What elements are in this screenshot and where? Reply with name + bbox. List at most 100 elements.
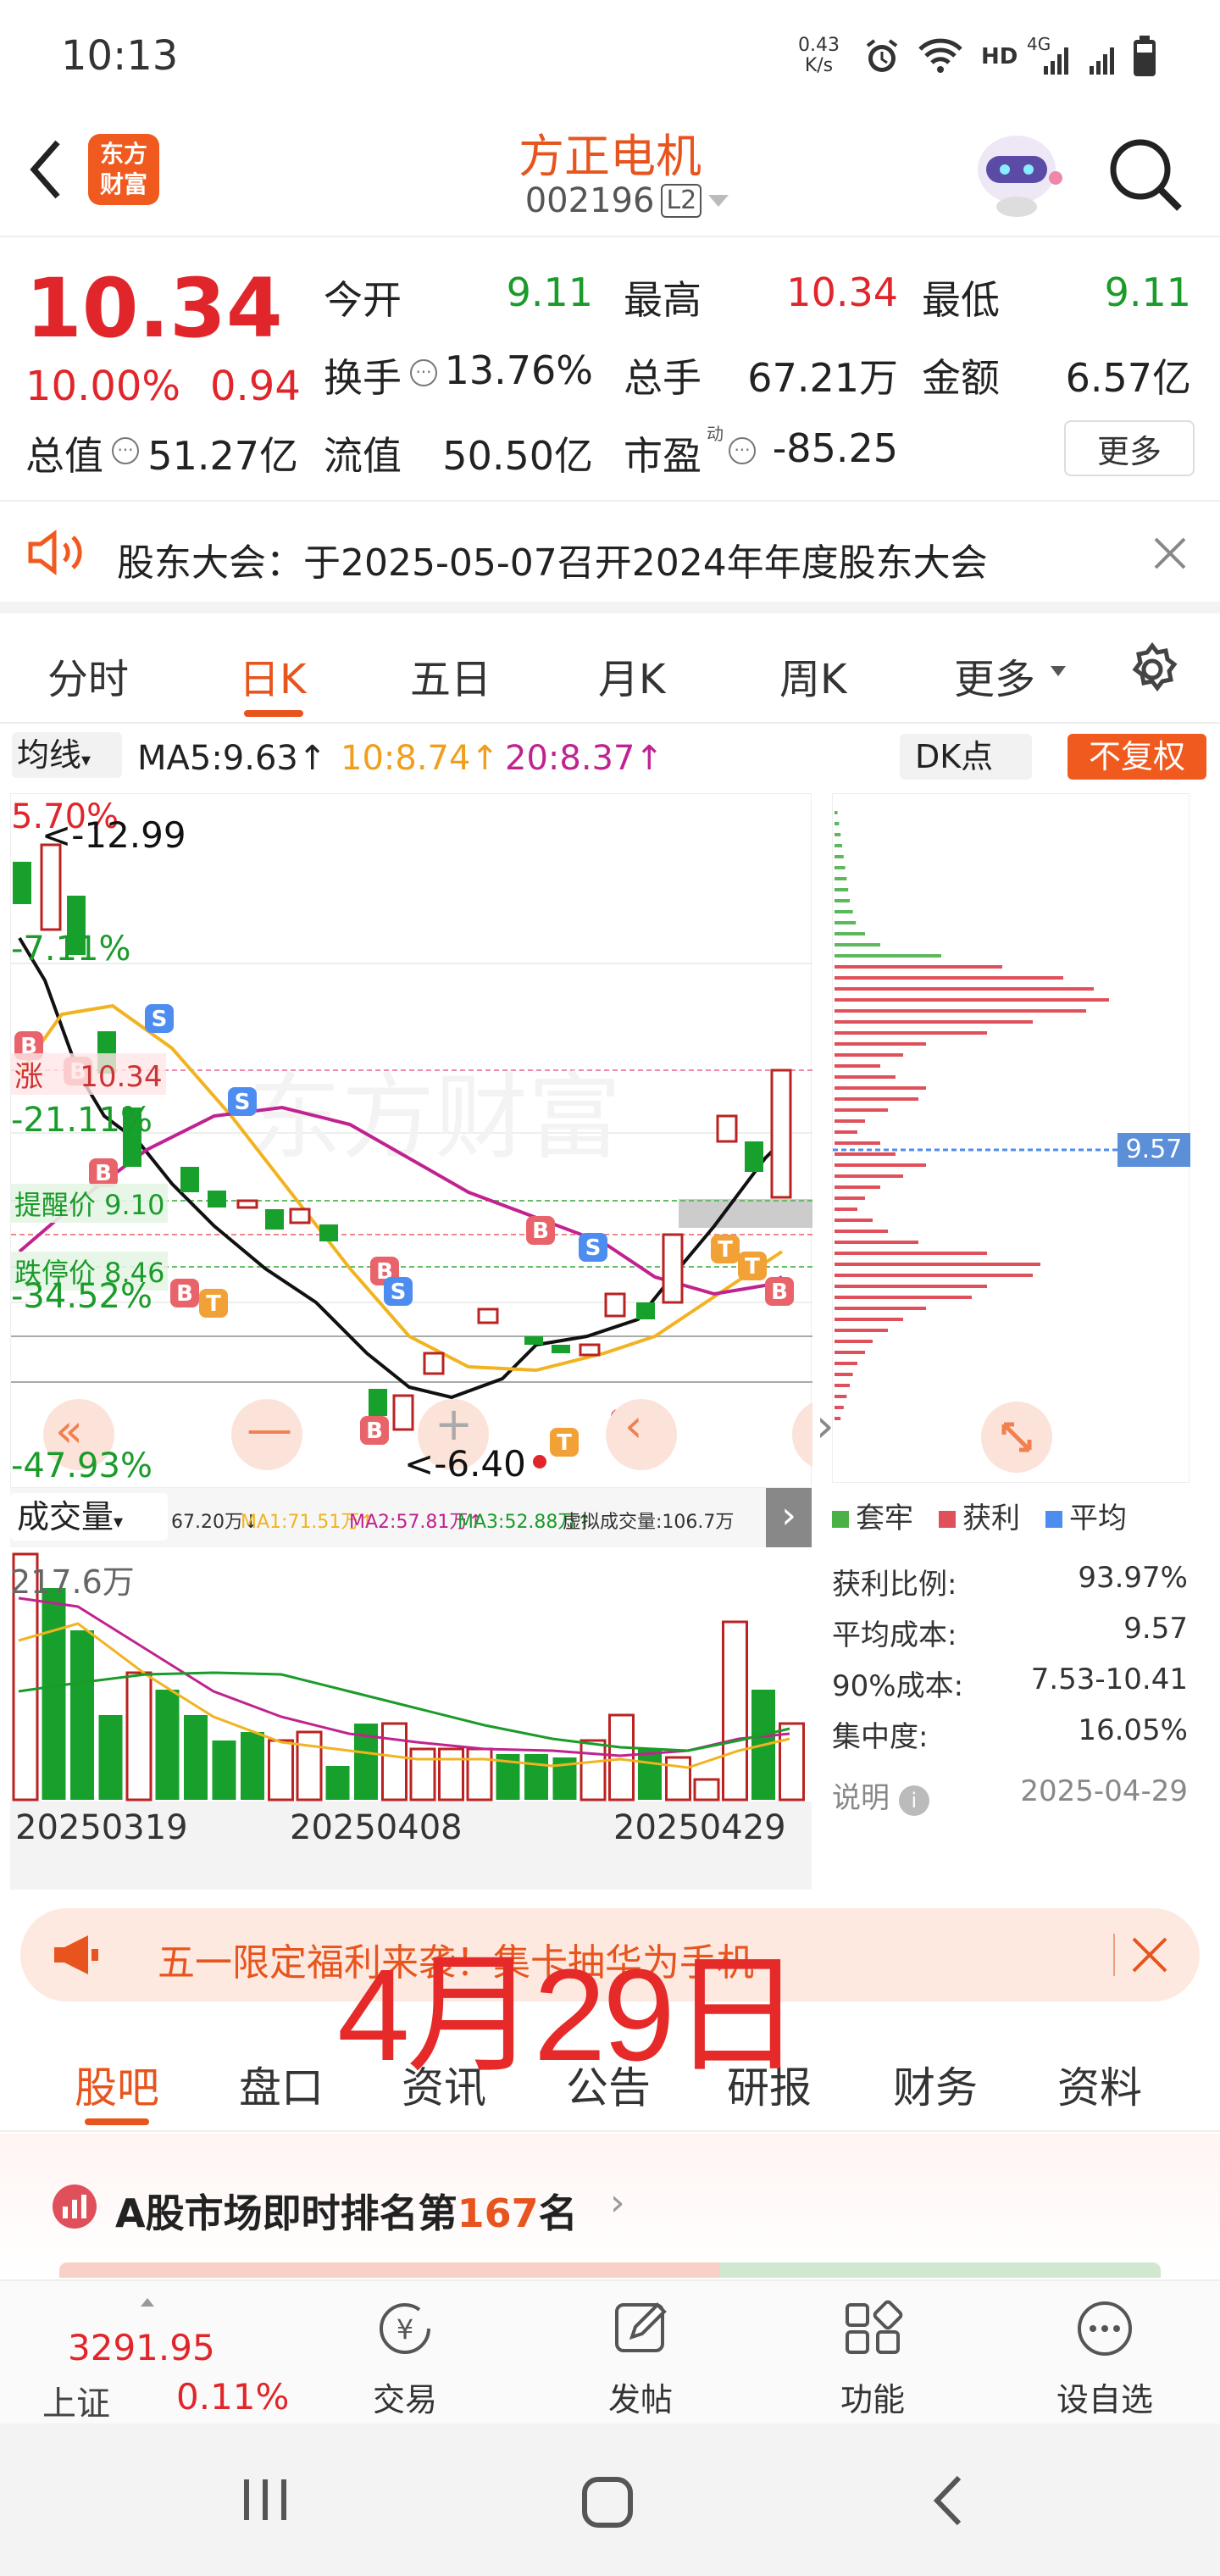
svg-text:T: T (718, 1237, 733, 1263)
chip-bar (835, 1163, 926, 1167)
more-button[interactable]: 更多 (1064, 420, 1195, 476)
stock-code-row[interactable]: 002196 L2 (500, 181, 754, 220)
back-icon[interactable] (929, 2473, 968, 2529)
candle (552, 1345, 570, 1353)
candle (265, 1209, 284, 1230)
nav-watchlist[interactable]: 设自选 (1020, 2298, 1190, 2420)
grid-icon (846, 2300, 903, 2354)
expand-icon[interactable] (979, 1399, 1055, 1475)
svg-text:B: B (532, 1219, 549, 1244)
expand-panel-button[interactable]: › (766, 1488, 812, 1547)
chip-bar (835, 1009, 1086, 1013)
reminder-price-label: 提醒价 9.10 (11, 1184, 169, 1223)
volume-bar (296, 1730, 323, 1802)
nav-trade[interactable]: ¥ 交易 (320, 2298, 490, 2420)
chip-distribution[interactable]: 9.57 (832, 793, 1190, 1483)
dk-button[interactable]: DK点 (900, 734, 1032, 780)
tab-finance[interactable]: 财务 (893, 2054, 978, 2115)
app-header: 东方 财富 方正电机 002196 L2 (0, 119, 1220, 237)
ma-selector-label: 均线 (17, 736, 82, 774)
tab-daily-k[interactable]: 日K (239, 646, 306, 705)
index-ticker[interactable]: 3291.95 上证 0.11% (34, 2298, 305, 2423)
notice-bar[interactable]: 股东大会：于2025-05-07召开2024年年度股东大会 (0, 502, 1220, 613)
close-icon[interactable] (1152, 536, 1188, 571)
wifi-icon (918, 38, 962, 73)
tab-fenshi[interactable]: 分时 (47, 646, 129, 705)
info-icon[interactable]: ··· (729, 437, 756, 464)
tab-five-day[interactable]: 五日 (410, 646, 491, 705)
gear-icon[interactable] (1123, 641, 1181, 698)
chip-note-row[interactable]: 说明 i 2025-04-29 (832, 1774, 1188, 1816)
signal-t-marker: T (550, 1428, 579, 1457)
net-speed-value: 0.43 (798, 35, 840, 56)
candle (236, 1199, 258, 1209)
date-label: 20250429 (613, 1808, 786, 1847)
edit-icon (615, 2302, 667, 2352)
svg-text:S: S (391, 1280, 407, 1305)
volume-bar (325, 1766, 350, 1800)
crosshair-icon[interactable]: + (435, 1397, 473, 1451)
legend-average-label: 平均 (1069, 1502, 1127, 1535)
tab-guba[interactable]: 股吧 (75, 2054, 159, 2115)
close-icon[interactable] (1130, 1935, 1169, 1974)
date-label: 20250319 (15, 1808, 188, 1847)
volume-value: 67.21万 (747, 355, 898, 401)
chip-bar (835, 833, 841, 836)
chip-bar (835, 1384, 850, 1387)
chip-bar (835, 1020, 1033, 1024)
signal-s-marker: S (145, 1004, 174, 1033)
chip-stat-row: 平均成本: 9.57 (832, 1612, 1188, 1653)
search-icon[interactable] (1105, 134, 1186, 215)
chip-bar (835, 1296, 972, 1299)
chip-bar (835, 855, 844, 858)
chip-bar (835, 1208, 857, 1211)
pe-label: 市盈 (624, 433, 702, 479)
limit-up-label: 涨 10.34 (11, 1053, 166, 1095)
kline-chart[interactable]: 东方财富 B B B B B B B S S S S T T T T 5.70%… (10, 793, 835, 1488)
tab-more[interactable]: 更多 (954, 646, 1035, 705)
volume-bar (42, 1588, 66, 1800)
rank-row[interactable]: A股市场即时排名第167名 › (0, 2134, 1220, 2278)
scroll-back-icon[interactable]: ‹ (624, 1399, 643, 1452)
candle (289, 1208, 311, 1224)
nav-functions[interactable]: 功能 (788, 2298, 957, 2420)
scroll-left-icon[interactable]: « (55, 1404, 83, 1457)
open-value: 9.11 (506, 269, 593, 315)
chip-bar (835, 1263, 1040, 1266)
recent-apps-icon[interactable] (241, 2476, 291, 2523)
candle (40, 843, 62, 931)
robot-assistant-icon[interactable] (966, 127, 1068, 220)
nav-functions-label: 功能 (840, 2381, 905, 2418)
tab-pankou[interactable]: 盘口 (239, 2054, 324, 2115)
tab-monthly-k[interactable]: 月K (598, 646, 665, 705)
candle (579, 1343, 601, 1357)
chip-stat-value: 16.05% (1078, 1713, 1188, 1747)
info-icon[interactable]: ··· (410, 359, 437, 386)
ma-selector[interactable]: 均线▾ (12, 732, 122, 778)
svg-text:B: B (771, 1280, 788, 1305)
info-icon[interactable]: ··· (112, 437, 139, 464)
high-price-marker: <-12.99 (42, 814, 186, 856)
limit-up-value: 10.34 (80, 1060, 163, 1094)
signal-s-marker: S (228, 1087, 257, 1116)
eastmoney-logo[interactable]: 东方 财富 (88, 134, 159, 205)
volume-bar (70, 1630, 94, 1800)
chip-legend: 套牢 获利 平均 (832, 1495, 1205, 1536)
tab-weekly-k[interactable]: 周K (779, 646, 846, 705)
volume-selector[interactable]: 成交量▾ (10, 1493, 168, 1541)
signal-icon (1044, 47, 1114, 75)
back-arrow-icon[interactable] (25, 136, 68, 203)
home-icon[interactable] (581, 2476, 634, 2529)
zoom-out-icon[interactable]: — (247, 1402, 292, 1456)
volume-chart[interactable]: 217.6万 20250319 20250408 20250429 (10, 1547, 812, 1890)
legend-profit-label: 获利 (962, 1502, 1020, 1535)
tab-profile[interactable]: 资料 (1057, 2054, 1142, 2115)
nav-post[interactable]: 发帖 (556, 2298, 725, 2420)
svg-text:S: S (235, 1090, 251, 1115)
svg-text:T: T (557, 1430, 572, 1456)
trade-icon: ¥ (380, 2303, 430, 2354)
fq-button[interactable]: 不复权 (1068, 734, 1206, 780)
low-value: 9.11 (1104, 269, 1191, 315)
change-percent: 10.00% (25, 363, 181, 410)
pe-value: -85.25 (772, 425, 898, 471)
